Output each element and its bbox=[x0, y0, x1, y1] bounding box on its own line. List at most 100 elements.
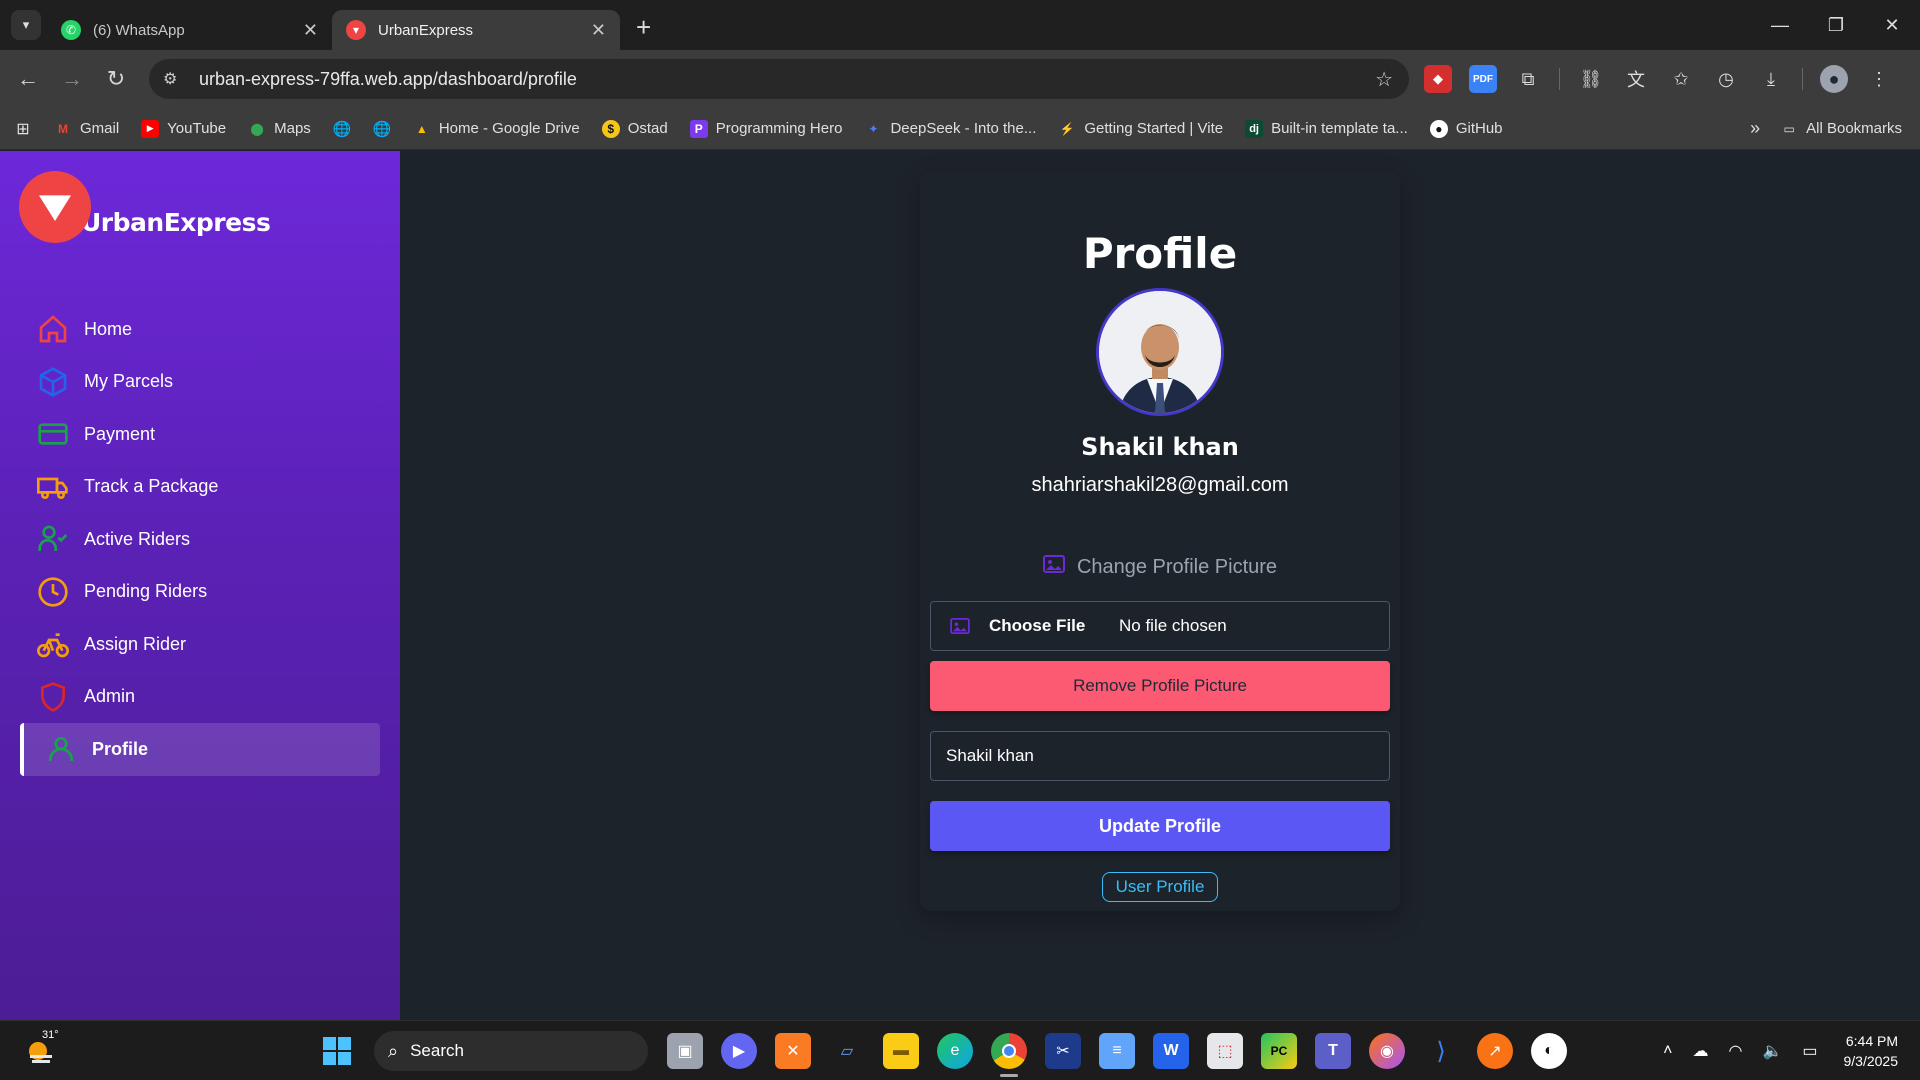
postman-icon[interactable]: ↗ bbox=[1477, 1033, 1513, 1069]
translate-icon[interactable]: 文 bbox=[1622, 65, 1650, 93]
menu-kebab-icon[interactable]: ⋮ bbox=[1865, 65, 1893, 93]
taskbar-search[interactable]: ⌕ Search bbox=[374, 1031, 648, 1071]
home-icon bbox=[36, 312, 70, 346]
windows-start-icon[interactable] bbox=[319, 1033, 355, 1069]
remove-profile-picture-button[interactable]: Remove Profile Picture bbox=[930, 661, 1390, 711]
system-tray: ˄ ☁ ◠ 🔈 ▭ 6:44 PM 9/3/2025 bbox=[1653, 1021, 1920, 1080]
github-desktop-icon[interactable]: ◐ bbox=[1531, 1033, 1567, 1069]
bookmark-programming-hero[interactable]: P Programming Hero bbox=[689, 119, 842, 138]
extensions-puzzle-icon[interactable]: ⧉ bbox=[1514, 65, 1542, 93]
chat-app-icon[interactable]: ▱ bbox=[829, 1033, 865, 1069]
vscode-icon[interactable]: ⟩ bbox=[1423, 1033, 1459, 1069]
chevron-up-icon[interactable]: ˄ bbox=[1663, 1042, 1672, 1060]
url-text: urban-express-79ffa.web.app/dashboard/pr… bbox=[199, 68, 577, 89]
close-tab-icon[interactable]: ✕ bbox=[591, 20, 606, 41]
battery-icon[interactable]: ▭ bbox=[1802, 1041, 1817, 1061]
pdf-extension-icon[interactable]: PDF bbox=[1469, 65, 1497, 93]
programming-hero-icon: P bbox=[689, 119, 708, 138]
windows-taskbar: 31° ⌕ Search ▣ ▶ ✕ ▱ ▬ e ✂ ≡ W ⬚ PC T ◉ … bbox=[0, 1020, 1920, 1080]
bookmark-gmail[interactable]: M Gmail bbox=[54, 120, 119, 138]
brand-logo[interactable]: UrbanExpress bbox=[19, 171, 271, 243]
tab-search-button[interactable]: ▾ bbox=[11, 10, 41, 40]
sidebar-item-active-riders[interactable]: Active Riders bbox=[20, 513, 380, 566]
sidebar-item-home[interactable]: Home bbox=[20, 303, 380, 356]
bookmark-deepseek[interactable]: ✦ DeepSeek - Into the... bbox=[864, 120, 1036, 138]
maps-pin-icon: ⬤ bbox=[250, 121, 264, 136]
shield-icon bbox=[36, 680, 70, 714]
sidebar-item-payment[interactable]: Payment bbox=[20, 408, 380, 461]
forward-icon[interactable]: → bbox=[50, 66, 94, 92]
bookmark-star-icon[interactable]: ☆ bbox=[1375, 67, 1393, 92]
bookmark-django-template[interactable]: dj Built-in template ta... bbox=[1245, 119, 1408, 138]
name-input[interactable] bbox=[930, 731, 1390, 781]
image-icon bbox=[1042, 555, 1065, 579]
ostad-icon: $ bbox=[601, 119, 620, 138]
profile-avatar-icon[interactable]: ● bbox=[1820, 65, 1848, 93]
bookmark-globe-2[interactable]: 🌐 bbox=[372, 120, 392, 138]
edge-icon[interactable]: e bbox=[937, 1033, 973, 1069]
file-explorer-icon[interactable]: ▬ bbox=[883, 1033, 919, 1069]
download-icon[interactable]: ⤓ bbox=[1757, 65, 1785, 93]
restore-icon[interactable]: ❐ bbox=[1808, 0, 1864, 50]
screen-clip-icon[interactable]: ⬚ bbox=[1207, 1033, 1243, 1069]
user-email: shahriarshakil28@gmail.com bbox=[1031, 474, 1289, 496]
notepad-icon[interactable]: ≡ bbox=[1099, 1033, 1135, 1069]
bookmark-google-drive[interactable]: ▲ Home - Google Drive bbox=[413, 120, 580, 138]
volume-icon[interactable]: 🔈 bbox=[1762, 1041, 1782, 1061]
sidebar-item-my-parcels[interactable]: My Parcels bbox=[20, 356, 380, 409]
toolbar-separator bbox=[1559, 68, 1560, 90]
bookmark-globe-1[interactable]: 🌐 bbox=[332, 120, 351, 138]
wifi-icon[interactable]: ◠ bbox=[1728, 1041, 1742, 1061]
tab-urbanexpress[interactable]: ▾ UrbanExpress ✕ bbox=[332, 10, 620, 50]
system-clock[interactable]: 6:44 PM 9/3/2025 bbox=[1844, 1031, 1899, 1071]
box-icon bbox=[36, 365, 70, 399]
link-icon[interactable]: ⛓ bbox=[1577, 65, 1605, 93]
xampp-icon[interactable]: ✕ bbox=[775, 1033, 811, 1069]
sidebar-item-track-package[interactable]: Track a Package bbox=[20, 461, 380, 514]
minimize-icon[interactable]: — bbox=[1752, 0, 1808, 50]
pycharm-icon[interactable]: PC bbox=[1261, 1033, 1297, 1069]
teams-icon[interactable]: T bbox=[1315, 1033, 1351, 1069]
choose-file-button[interactable]: Choose File bbox=[989, 602, 1119, 650]
extension-red-icon[interactable]: ◆ bbox=[1424, 65, 1452, 93]
history-icon[interactable]: ◷ bbox=[1712, 65, 1740, 93]
address-bar[interactable]: ⚙ urban-express-79ffa.web.app/dashboard/… bbox=[149, 59, 1409, 99]
onedrive-cloud-icon[interactable]: ☁ bbox=[1692, 1041, 1708, 1061]
whatsapp-icon: ✆ bbox=[61, 20, 81, 40]
sidebar-nav: Home My Parcels Payment Track a Package … bbox=[20, 303, 380, 776]
chrome-icon[interactable] bbox=[991, 1033, 1027, 1077]
globe-icon: 🌐 bbox=[372, 120, 392, 138]
sidebar-item-pending-riders[interactable]: Pending Riders bbox=[20, 566, 380, 619]
weather-widget[interactable]: 31° bbox=[24, 1029, 60, 1069]
site-info-icon[interactable]: ⚙ bbox=[163, 69, 185, 89]
new-tab-button[interactable]: + bbox=[636, 12, 651, 43]
more-bookmarks-chevron-icon[interactable]: » bbox=[1750, 118, 1760, 139]
bookmark-youtube[interactable]: ▶ YouTube bbox=[141, 119, 226, 138]
profile-picture-file-input[interactable]: Choose File No file chosen bbox=[930, 601, 1390, 651]
brand-name: UrbanExpress bbox=[81, 207, 271, 237]
firefox-icon[interactable]: ◉ bbox=[1369, 1033, 1405, 1069]
word-icon[interactable]: W bbox=[1153, 1033, 1189, 1069]
bookmark-github[interactable]: ● GitHub bbox=[1429, 119, 1503, 138]
meet-video-icon[interactable]: ▶ bbox=[721, 1033, 757, 1069]
github-icon: ● bbox=[1429, 119, 1448, 138]
sidebar-item-assign-rider[interactable]: Assign Rider bbox=[20, 618, 380, 671]
favorites-icon[interactable]: ✩ bbox=[1667, 65, 1695, 93]
logo-icon bbox=[19, 171, 91, 243]
user-profile-link[interactable]: User Profile bbox=[1102, 872, 1218, 902]
sidebar-item-admin[interactable]: Admin bbox=[20, 671, 380, 724]
all-bookmarks-folder[interactable]: ▭ All Bookmarks bbox=[1780, 120, 1902, 138]
update-profile-button[interactable]: Update Profile bbox=[930, 801, 1390, 851]
bookmark-ostad[interactable]: $ Ostad bbox=[601, 119, 668, 138]
apps-grid-icon[interactable]: ⊞ bbox=[14, 120, 32, 138]
close-tab-icon[interactable]: ✕ bbox=[303, 20, 318, 41]
sidebar-item-profile[interactable]: Profile bbox=[20, 723, 380, 776]
bookmark-maps[interactable]: ⬤ Maps bbox=[248, 120, 310, 138]
close-window-icon[interactable]: ✕ bbox=[1864, 0, 1920, 50]
task-view-icon[interactable]: ▣ bbox=[667, 1033, 703, 1069]
bookmark-vite[interactable]: ⚡ Getting Started | Vite bbox=[1058, 120, 1223, 138]
back-icon[interactable]: ← bbox=[6, 66, 50, 92]
snipping-tool-icon[interactable]: ✂ bbox=[1045, 1033, 1081, 1069]
reload-icon[interactable]: ↻ bbox=[94, 66, 138, 92]
tab-whatsapp[interactable]: ✆ (6) WhatsApp ✕ bbox=[47, 10, 332, 50]
